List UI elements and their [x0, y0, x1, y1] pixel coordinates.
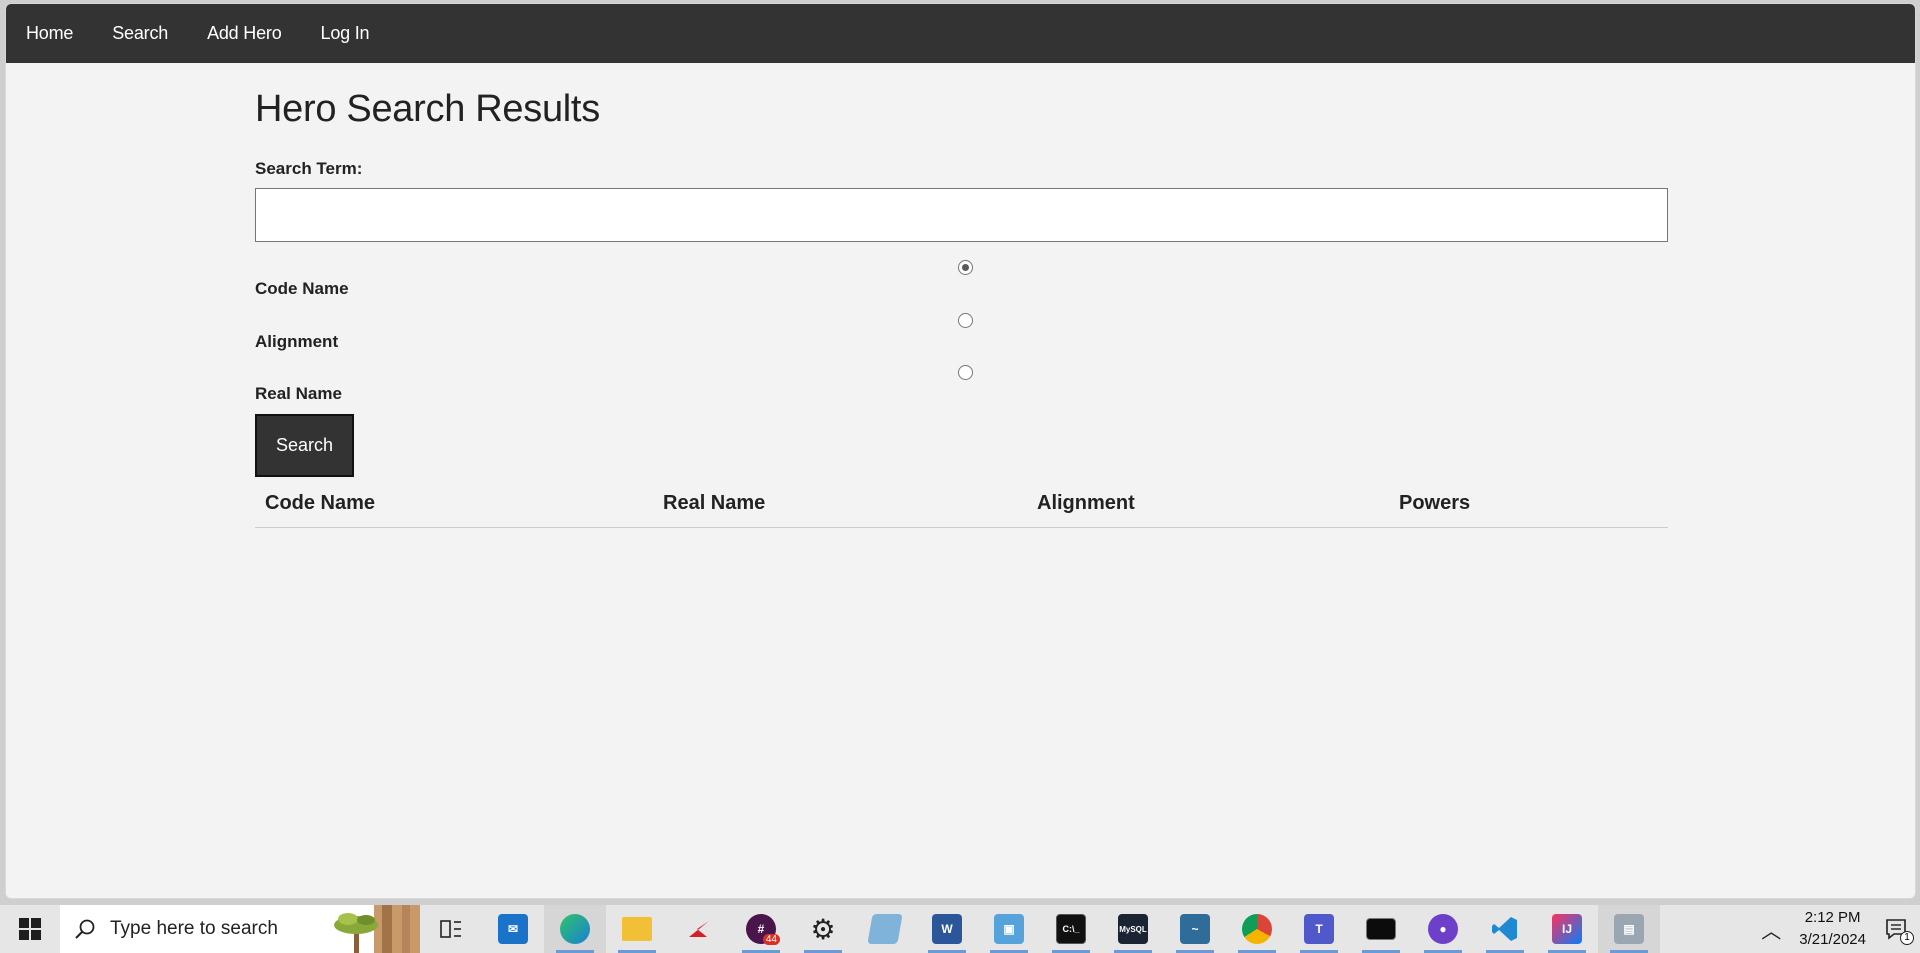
table-header-row: Code Name Real Name Alignment Powers [255, 481, 1668, 528]
taskbar-teams[interactable]: T [1288, 905, 1350, 953]
teams-icon: T [1304, 914, 1334, 944]
taskbar-edge[interactable] [544, 905, 606, 953]
search-term-input[interactable] [255, 188, 1668, 242]
cmd-icon [1366, 918, 1396, 940]
windows-logo-icon [19, 918, 41, 940]
taskbar-mysql-workbench[interactable]: ~ [1164, 905, 1226, 953]
taskbar-settings[interactable]: ⚙ [792, 905, 854, 953]
column-header-alignment[interactable]: Alignment [1027, 481, 1389, 528]
terminal-icon: C:\_ [1056, 914, 1086, 944]
taskbar-acrobat[interactable] [668, 905, 730, 953]
taskbar-slack[interactable]: # 44 [730, 905, 792, 953]
search-icon [75, 919, 95, 939]
top-navbar: Home Search Add Hero Log In [6, 4, 1915, 63]
page-title: Hero Search Results [255, 88, 600, 130]
chrome-icon [1242, 914, 1272, 944]
taskbar-terminal[interactable]: C:\_ [1040, 905, 1102, 953]
column-header-code-name[interactable]: Code Name [255, 481, 653, 528]
edge-icon [560, 914, 590, 944]
intellij-icon: IJ [1552, 914, 1582, 944]
taskbar-outlook[interactable]: ▣ [978, 905, 1040, 953]
browser-viewport: Home Search Add Hero Log In Hero Search … [5, 3, 1916, 899]
taskbar-github-desktop[interactable]: ● [1412, 905, 1474, 953]
main-content: Hero Search Results Search Term: Code Na… [255, 63, 1668, 528]
real-name-radio-label: Real Name [255, 384, 342, 403]
column-header-powers[interactable]: Powers [1389, 481, 1668, 528]
nav-add-hero-link[interactable]: Add Hero [207, 23, 282, 44]
taskbar-mail[interactable]: ✉ [482, 905, 544, 953]
column-header-real-name[interactable]: Real Name [653, 481, 1027, 528]
outlook-icon: ▣ [994, 914, 1024, 944]
nav-log-in-link[interactable]: Log In [321, 23, 370, 44]
tree-illustration-icon [334, 905, 420, 953]
nav-home-link[interactable]: Home [26, 23, 73, 44]
taskbar-intellij[interactable]: IJ [1536, 905, 1598, 953]
taskbar-search-placeholder: Type here to search [110, 918, 278, 939]
taskbar-notepad[interactable] [854, 905, 916, 953]
alignment-radio-label: Alignment [255, 332, 339, 351]
remote-desktop-icon: ▤ [1614, 914, 1644, 944]
mysql-icon: MySQL [1118, 914, 1148, 944]
mail-icon: ✉ [498, 914, 528, 944]
clock-time: 2:12 PM [1804, 909, 1861, 926]
search-term-label: Search Term: [255, 159, 363, 178]
task-view-button[interactable] [420, 905, 482, 953]
acrobat-icon [689, 921, 709, 937]
folder-icon [622, 917, 652, 941]
notification-count: 1 [1900, 931, 1914, 945]
start-button[interactable] [0, 905, 60, 953]
windows-taskbar: Type here to search ✉ # 44 ⚙ W ▣ C:\_ My… [0, 905, 1920, 953]
taskbar-file-explorer[interactable] [606, 905, 668, 953]
taskbar-clock[interactable]: 2:12 PM 3/21/2024 [1799, 907, 1866, 951]
word-icon: W [932, 914, 962, 944]
vscode-icon [1492, 917, 1517, 941]
nav-search-link[interactable]: Search [112, 23, 168, 44]
taskbar-cmd[interactable] [1350, 905, 1412, 953]
taskbar-search-box[interactable]: Type here to search [60, 905, 420, 953]
notepad-icon [867, 914, 903, 944]
chevron-up-icon[interactable]: ︿ [1761, 915, 1781, 944]
clock-date: 3/21/2024 [1799, 931, 1866, 948]
taskbar-remote-desktop[interactable]: ▤ [1598, 905, 1660, 953]
gear-icon: ⚙ [810, 913, 836, 945]
github-icon: ● [1428, 914, 1458, 944]
real-name-radio[interactable] [958, 365, 973, 380]
taskbar-word[interactable]: W [916, 905, 978, 953]
taskbar-chrome[interactable] [1226, 905, 1288, 953]
code-name-radio-label: Code Name [255, 279, 349, 298]
alignment-radio[interactable] [958, 313, 973, 328]
taskbar-mysql[interactable]: MySQL [1102, 905, 1164, 953]
task-view-icon [440, 920, 461, 938]
taskbar-vscode[interactable] [1474, 905, 1536, 953]
results-table: Code Name Real Name Alignment Powers [255, 481, 1668, 528]
code-name-radio[interactable] [958, 260, 973, 275]
dolphin-icon: ~ [1180, 914, 1210, 944]
system-tray: ︿ 2:12 PM 3/21/2024 1 [1761, 905, 1920, 953]
notification-center-button[interactable]: 1 [1884, 905, 1920, 953]
slack-badge: 44 [762, 934, 780, 945]
search-button[interactable]: Search [255, 414, 354, 477]
